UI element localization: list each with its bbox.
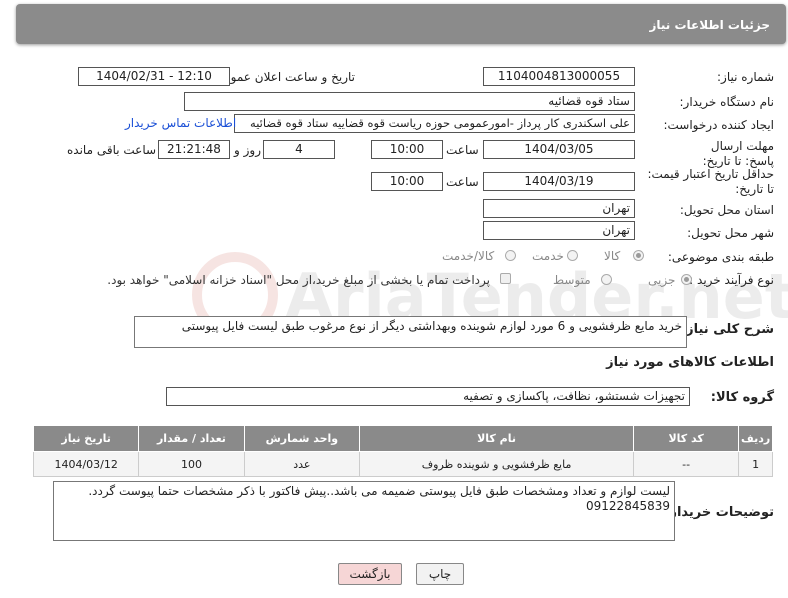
goods-group-label: گروه کالا: [710,390,774,405]
buyer-notes-label: توضیحات خریدار: [664,505,774,520]
cell-qty: 100 [138,451,245,477]
back-button[interactable]: بازگشت [338,563,402,585]
description-textarea[interactable]: خرید مایع ظرفشویی و 6 مورد لوازم شوینده … [134,316,687,348]
category-radio-service[interactable] [567,250,578,261]
treasury-payment-checkbox[interactable] [500,273,511,284]
deadline-days: 4 [263,140,335,159]
description-label: شرح کلی نیاز: [680,322,774,337]
goods-table-header: ردیف کد کالا نام کالا واحد شمارش تعداد /… [32,425,773,452]
buyer-contact-link[interactable]: اطلاعات تماس خریدار [125,116,236,130]
category-option-service: خدمت [532,249,564,263]
page-header-bar: جزئیات اطلاعات نیاز [16,4,786,44]
price-validity-time-label: ساعت [446,175,479,189]
province-label: استان محل تحویل: [679,203,774,217]
buyer-org-value: ستاد قوه قضائیه [184,92,635,111]
requester-label: ایجاد کننده درخواست: [663,118,774,132]
deadline-label: مهلت ارسال پاسخ: تا تاریخ: [702,139,774,168]
cell-date: 1404/03/12 [32,451,140,477]
category-option-goods: کالا [604,249,621,263]
need-number-value: 1104004813000055 [483,67,635,86]
process-radio-minor[interactable] [681,274,692,285]
col-name: نام کالا [359,425,635,452]
process-label: نوع فرآیند خرید : [689,273,774,287]
col-row: ردیف [738,425,773,452]
category-radio-goods[interactable] [633,250,644,261]
announce-datetime-label: تاریخ و ساعت اعلان عمومی: [210,70,355,84]
table-row: 1 -- مایع ظرفشویی و شوینده ظروف عدد 100 … [32,451,773,477]
print-button[interactable]: چاپ [416,563,464,585]
deadline-remaining: 21:21:48 [158,140,230,159]
cell-row: 1 [738,451,773,477]
goods-section-title: اطلاعات کالاهای مورد نیاز [606,355,774,370]
col-date: تاریخ نیاز [32,425,140,452]
page-title: جزئیات اطلاعات نیاز [649,18,770,32]
goods-group-value: تجهیزات شستشو، نظافت، پاکسازی و تصفیه [166,387,690,406]
province-value: تهران [483,199,635,218]
deadline-remaining-label: ساعت باقی مانده [67,143,157,157]
category-label: طبقه بندی موضوعی: [667,250,774,264]
goods-table: ردیف کد کالا نام کالا واحد شمارش تعداد /… [32,425,773,477]
cell-name: مایع ظرفشویی و شوینده ظروف [359,451,635,477]
col-qty: تعداد / مقدار [138,425,245,452]
col-unit: واحد شمارش [243,425,361,452]
deadline-days-label: روز و [234,143,261,157]
price-validity-label: حداقل تاریخ اعتبار قیمت: تا تاریخ: [647,167,774,196]
requester-value: علی اسکندری کار پرداز -امورعمومی حوزه ری… [234,114,635,133]
deadline-date: 1404/03/05 [483,140,635,159]
deadline-time-label: ساعت [446,143,479,157]
price-validity-date: 1404/03/19 [483,172,635,191]
category-option-goods-service: کالا/خدمت [442,249,495,263]
city-value: تهران [483,221,635,240]
treasury-payment-note: پرداخت تمام یا بخشی از مبلغ خرید،از محل … [107,273,490,287]
col-code: کد کالا [633,425,740,452]
price-validity-time: 10:00 [371,172,443,191]
buyer-org-label: نام دستگاه خریدار: [679,95,775,109]
buyer-notes-line-1: لیست لوازم و تعداد ومشخصات طبق فایل پیوس… [88,484,670,498]
process-option-minor: جزیی [648,273,676,287]
cell-code: -- [633,451,740,477]
need-number-label: شماره نیاز: [717,70,774,84]
process-option-medium: متوسط [553,273,591,287]
announce-datetime-value: 1404/02/31 - 12:10 [78,67,230,86]
category-radio-goods-service[interactable] [505,250,516,261]
cell-unit: عدد [243,451,361,477]
buyer-notes-line-2: 09122845839 [586,499,670,513]
buyer-notes-textarea[interactable]: لیست لوازم و تعداد ومشخصات طبق فایل پیوس… [53,481,675,541]
deadline-time: 10:00 [371,140,443,159]
process-radio-medium[interactable] [601,274,612,285]
city-label: شهر محل تحویل: [687,226,774,240]
